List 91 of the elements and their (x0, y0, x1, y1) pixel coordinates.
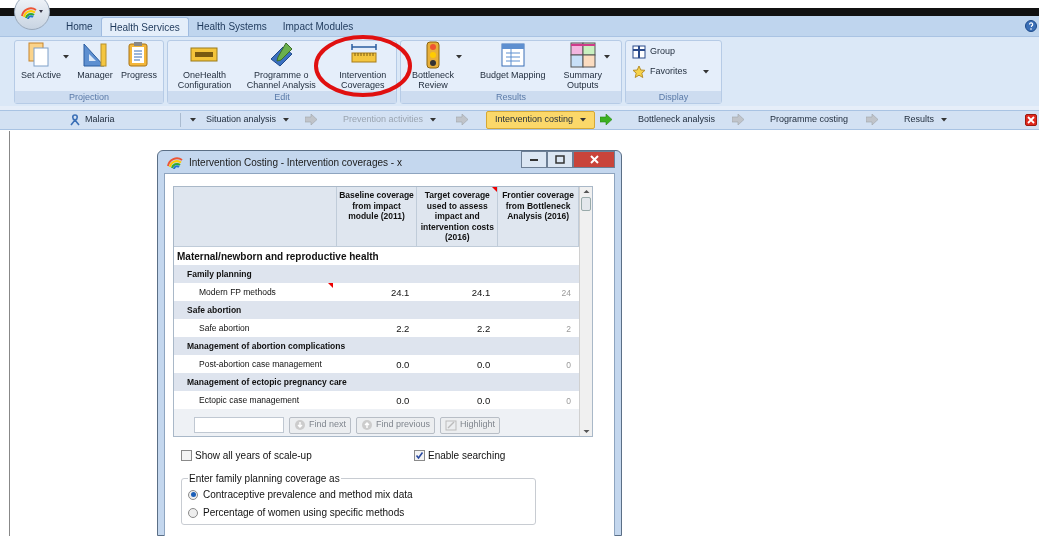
star-icon (632, 65, 646, 79)
caret-icon (604, 55, 610, 59)
column-header: Frontier coverage from Bottleneck Analysis (2016) (498, 187, 579, 246)
checkbox-box[interactable] (414, 450, 425, 461)
caret-icon (456, 55, 462, 59)
table-cell-text: 2.2 (476, 322, 492, 337)
rainbow-icon (20, 4, 44, 20)
ribbon-tab[interactable]: Health Systems (188, 17, 275, 36)
group-heading: Safe abortion (174, 301, 579, 319)
maximize-button[interactable] (547, 151, 573, 168)
column-header: Baseline coverage from impact module (2011) (336, 187, 418, 246)
workflow-step[interactable]: Results (896, 111, 955, 129)
arrow-icon (866, 114, 879, 125)
group-heading: Management of ectopic pregnancy care (174, 373, 579, 391)
highlight-icon (445, 419, 458, 431)
search-field[interactable] (194, 417, 284, 433)
caret-icon (430, 118, 437, 122)
table-cell-text: 2.2 (395, 322, 411, 337)
ribbon-button[interactable]: Set Active (21, 41, 70, 80)
spreadsheet-icon (498, 41, 527, 69)
checkbox[interactable]: Show all years of scale-up (181, 448, 414, 463)
table-cell-text: 0.0 (476, 394, 492, 409)
workflow-step[interactable]: Bottleneck analysis (630, 111, 724, 129)
arrow-icon (456, 114, 469, 125)
close-icon[interactable] (1025, 114, 1037, 126)
ribbon-awareness-icon (70, 114, 80, 126)
column-header: Target coverage used to assess impact and intervention costs (2016) (417, 187, 499, 246)
rainbow-icon (166, 154, 184, 170)
section-heading: Maternal/newborn and reproductive health (174, 247, 579, 265)
table-cell-text: 0.0 (395, 394, 411, 409)
ribbon-button[interactable]: Summary Outputs (563, 41, 610, 90)
ribbon-tab[interactable]: Impact Modules (274, 17, 362, 36)
group-label: Display (626, 91, 721, 103)
table-cell-text: 0.0 (476, 358, 492, 373)
arrow-icon (732, 114, 745, 125)
arrow-icon (305, 114, 318, 125)
table-cell-text: 24.1 (470, 286, 492, 301)
close-icon (589, 155, 599, 164)
ribbon-button[interactable]: Programme o Channel Analysis (246, 41, 316, 90)
table-cell-text: 24 (560, 287, 572, 300)
grid-icon (632, 45, 646, 59)
arrow-icon (600, 114, 613, 125)
close-button[interactable] (573, 151, 615, 168)
caret-icon (580, 118, 587, 122)
ribbon-tab[interactable]: Health Services (100, 17, 189, 36)
group-label: Projection (15, 91, 163, 103)
ribbon-button[interactable]: Bottleneck Review (411, 41, 462, 90)
caret-icon (941, 118, 947, 122)
scrollbar[interactable] (579, 187, 592, 436)
group-label: Results (401, 91, 621, 103)
checkbox[interactable]: Enable searching (414, 448, 506, 463)
radio-option[interactable]: Percentage of women using specific methods (188, 503, 529, 522)
ribbon-button[interactable]: Budget Mapping (479, 41, 546, 80)
radio-option[interactable]: Contraceptive prevalence and method mix data (188, 485, 529, 504)
ribbon-tab[interactable]: Home (58, 17, 101, 36)
help-icon[interactable] (1025, 20, 1037, 32)
table-cell-text: Safe abortion (198, 321, 251, 335)
table-cell-text: 0.0 (395, 358, 411, 373)
ribbon-button[interactable]: Group (632, 45, 715, 59)
caret-icon (63, 55, 70, 59)
window-title: Intervention Costing - Intervention coverages - x (189, 155, 402, 170)
table-cell-text: 2 (565, 323, 572, 336)
check-icon (415, 451, 424, 460)
color-grid-icon (568, 41, 597, 69)
group-label: Edit (168, 91, 396, 103)
minimize-button[interactable] (521, 151, 547, 168)
maximize-icon (555, 155, 565, 164)
caret-icon (703, 70, 709, 74)
table-cell: Modern FP methods (174, 283, 337, 301)
ribbon-button[interactable]: Manager (77, 41, 113, 80)
group-box-title: Enter family planning coverage as (188, 472, 341, 486)
table-cell-text: Ectopic case management (198, 393, 301, 407)
minimize-icon (529, 157, 539, 162)
table-cell-text: 0 (565, 395, 572, 408)
checkbox-box[interactable] (181, 450, 192, 461)
radio-button[interactable] (188, 489, 198, 500)
group-heading: Management of abortion complications (174, 337, 579, 355)
workflow-step[interactable]: Programme costing (762, 111, 857, 129)
ribbon-button[interactable]: Favorites (632, 65, 715, 79)
down-arrow-icon (294, 419, 306, 431)
workflow-step[interactable]: Intervention costing (486, 111, 596, 129)
radio-button[interactable] (188, 507, 198, 518)
ribbon-button[interactable]: OneHealth Configuration (177, 41, 232, 90)
caret-icon (283, 118, 290, 122)
caret-icon (189, 118, 196, 122)
table-cell-text: 0 (565, 359, 572, 372)
ribbon-button[interactable]: Progress (120, 41, 157, 80)
scroll-thumb[interactable] (581, 197, 591, 211)
table-cell-text: Post-abortion case management (198, 357, 323, 371)
group-heading: Family planning (174, 265, 579, 283)
table-cell-text: 24.1 (389, 286, 411, 301)
